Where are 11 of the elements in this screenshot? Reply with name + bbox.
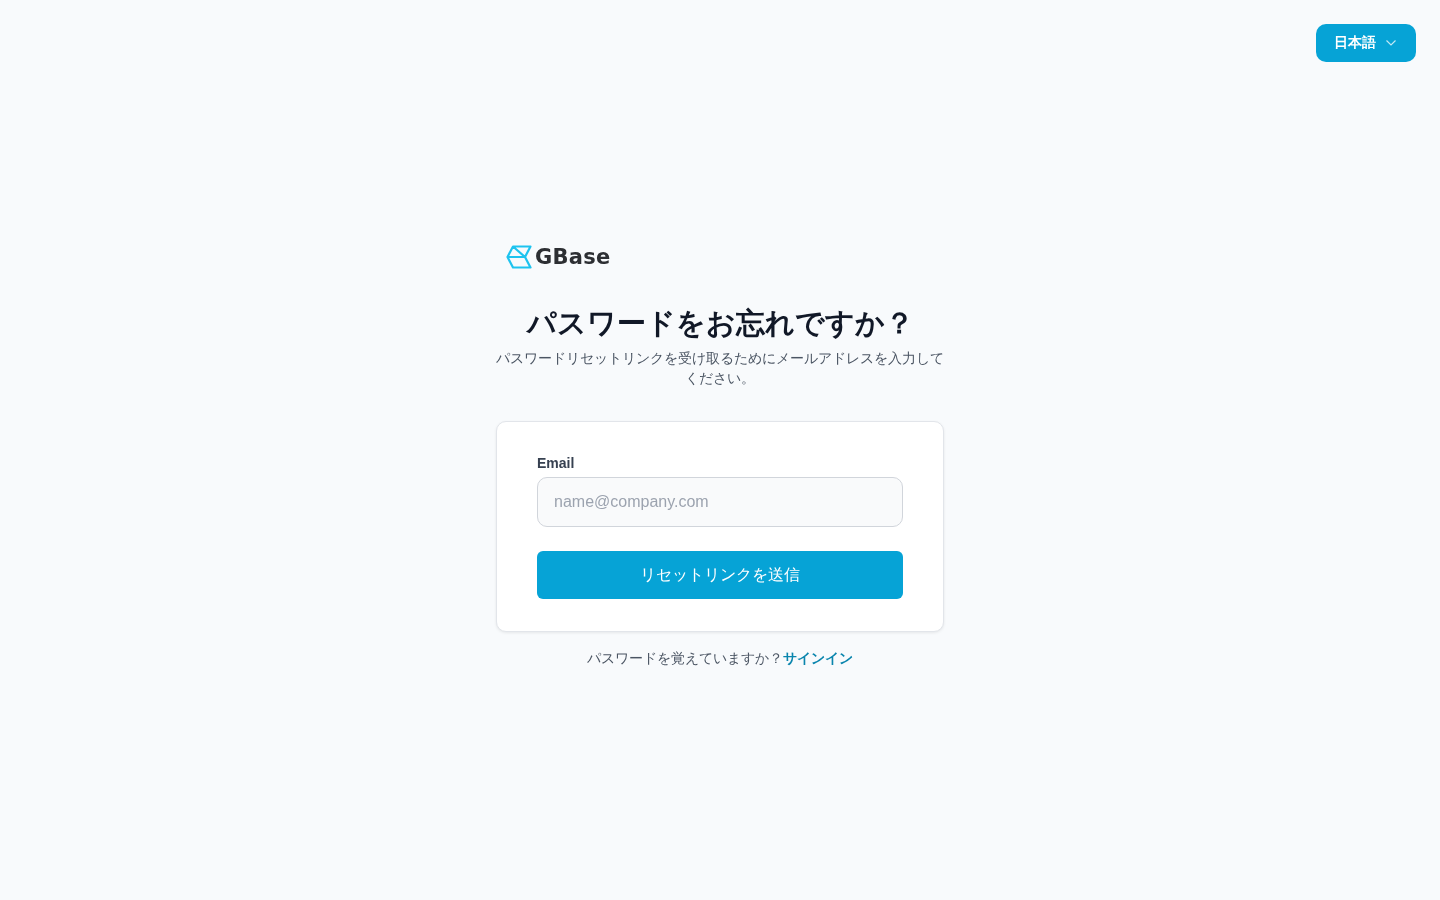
sign-in-link[interactable]: サインイン — [783, 648, 853, 668]
logo-text: GBase — [535, 245, 611, 269]
email-input[interactable]: name@company.com — [537, 477, 903, 527]
chevron-down-icon — [1386, 40, 1396, 46]
page-description: パスワードリセットリンクを受け取るためにメールアドレスを入力してください。 — [496, 349, 944, 388]
logo-icon — [506, 245, 532, 269]
language-button[interactable]: 日本語 — [1316, 24, 1416, 62]
email-label: Email — [537, 454, 575, 473]
remember-password-text: パスワードを覚えていますか？ — [587, 649, 783, 668]
send-reset-link-button[interactable]: リセットリンクを送信 — [537, 551, 903, 599]
page-title: パスワードをお忘れですか？ — [526, 306, 914, 341]
